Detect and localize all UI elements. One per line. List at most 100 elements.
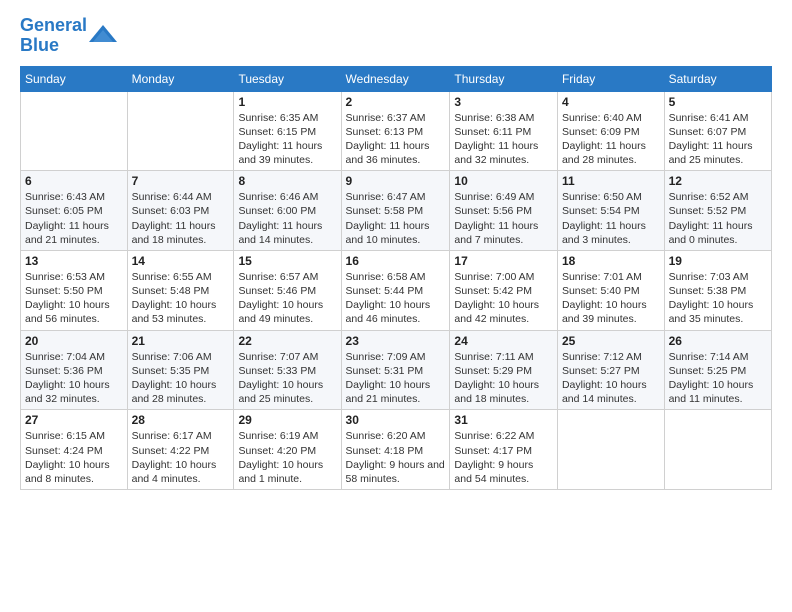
calendar-cell: 26 Sunrise: 7:14 AM Sunset: 5:25 PM Dayli… <box>664 330 771 410</box>
day-info: Sunrise: 6:55 AM Sunset: 5:48 PM Dayligh… <box>132 270 230 327</box>
day-number: 30 <box>346 413 446 427</box>
calendar-cell: 15 Sunrise: 6:57 AM Sunset: 5:46 PM Dayli… <box>234 250 341 330</box>
calendar-cell: 31 Sunrise: 6:22 AM Sunset: 4:17 PM Dayli… <box>450 410 558 490</box>
day-info: Sunrise: 7:11 AM Sunset: 5:29 PM Dayligh… <box>454 350 553 407</box>
calendar-cell: 23 Sunrise: 7:09 AM Sunset: 5:31 PM Dayli… <box>341 330 450 410</box>
day-info: Sunrise: 6:37 AM Sunset: 6:13 PM Dayligh… <box>346 111 446 168</box>
calendar-cell <box>557 410 664 490</box>
day-info: Sunrise: 6:49 AM Sunset: 5:56 PM Dayligh… <box>454 190 553 247</box>
calendar-page: General Blue SundayMondayTuesdayWednesda… <box>0 0 792 612</box>
day-number: 23 <box>346 334 446 348</box>
calendar-cell: 4 Sunrise: 6:40 AM Sunset: 6:09 PM Daylig… <box>557 91 664 171</box>
day-number: 4 <box>562 95 660 109</box>
calendar-cell <box>127 91 234 171</box>
day-number: 21 <box>132 334 230 348</box>
day-number: 9 <box>346 174 446 188</box>
weekday-header: Friday <box>557 66 664 91</box>
day-info: Sunrise: 6:58 AM Sunset: 5:44 PM Dayligh… <box>346 270 446 327</box>
weekday-header: Monday <box>127 66 234 91</box>
day-info: Sunrise: 7:07 AM Sunset: 5:33 PM Dayligh… <box>238 350 336 407</box>
day-number: 12 <box>669 174 767 188</box>
calendar-week-row: 27Sunrise: 6:15 AM Sunset: 4:24 PM Dayli… <box>21 410 772 490</box>
day-number: 26 <box>669 334 767 348</box>
day-number: 15 <box>238 254 336 268</box>
calendar-week-row: 1 Sunrise: 6:35 AM Sunset: 6:15 PM Daylig… <box>21 91 772 171</box>
calendar-cell: 8 Sunrise: 6:46 AM Sunset: 6:00 PM Daylig… <box>234 171 341 251</box>
day-number: 5 <box>669 95 767 109</box>
calendar-cell: 14 Sunrise: 6:55 AM Sunset: 5:48 PM Dayli… <box>127 250 234 330</box>
day-number: 8 <box>238 174 336 188</box>
calendar-cell: 9 Sunrise: 6:47 AM Sunset: 5:58 PM Daylig… <box>341 171 450 251</box>
logo-text: General Blue <box>20 16 87 56</box>
day-number: 20 <box>25 334 123 348</box>
calendar-table: SundayMondayTuesdayWednesdayThursdayFrid… <box>20 66 772 490</box>
calendar-cell: 6 Sunrise: 6:43 AM Sunset: 6:05 PM Daylig… <box>21 171 128 251</box>
day-number: 22 <box>238 334 336 348</box>
day-number: 29 <box>238 413 336 427</box>
calendar-cell: 5Sunrise: 6:41 AM Sunset: 6:07 PM Daylig… <box>664 91 771 171</box>
day-number: 10 <box>454 174 553 188</box>
day-number: 16 <box>346 254 446 268</box>
day-info: Sunrise: 7:06 AM Sunset: 5:35 PM Dayligh… <box>132 350 230 407</box>
weekday-header: Sunday <box>21 66 128 91</box>
day-number: 19 <box>669 254 767 268</box>
weekday-header: Saturday <box>664 66 771 91</box>
day-info: Sunrise: 7:09 AM Sunset: 5:31 PM Dayligh… <box>346 350 446 407</box>
calendar-week-row: 13 Sunrise: 6:53 AM Sunset: 5:50 PM Dayli… <box>21 250 772 330</box>
calendar-cell: 19 Sunrise: 7:03 AM Sunset: 5:38 PM Dayli… <box>664 250 771 330</box>
day-info: Sunrise: 6:19 AM Sunset: 4:20 PM Dayligh… <box>238 429 336 486</box>
day-info: Sunrise: 7:14 AM Sunset: 5:25 PM Dayligh… <box>669 350 767 407</box>
day-info: Sunrise: 6:50 AM Sunset: 5:54 PM Dayligh… <box>562 190 660 247</box>
weekday-header: Wednesday <box>341 66 450 91</box>
day-info: Sunrise: 6:46 AM Sunset: 6:00 PM Dayligh… <box>238 190 336 247</box>
calendar-cell: 12 Sunrise: 6:52 AM Sunset: 5:52 PM Dayli… <box>664 171 771 251</box>
day-number: 18 <box>562 254 660 268</box>
day-number: 3 <box>454 95 553 109</box>
day-info: Sunrise: 6:38 AM Sunset: 6:11 PM Dayligh… <box>454 111 553 168</box>
calendar-cell: 3 Sunrise: 6:38 AM Sunset: 6:11 PM Daylig… <box>450 91 558 171</box>
calendar-cell: 30 Sunrise: 6:20 AM Sunset: 4:18 PM Dayli… <box>341 410 450 490</box>
day-number: 1 <box>238 95 336 109</box>
calendar-cell: 11Sunrise: 6:50 AM Sunset: 5:54 PM Dayli… <box>557 171 664 251</box>
day-info: Sunrise: 6:15 AM Sunset: 4:24 PM Dayligh… <box>25 429 123 486</box>
calendar-cell: 22 Sunrise: 7:07 AM Sunset: 5:33 PM Dayli… <box>234 330 341 410</box>
day-number: 13 <box>25 254 123 268</box>
calendar-cell: 17Sunrise: 7:00 AM Sunset: 5:42 PM Dayli… <box>450 250 558 330</box>
day-info: Sunrise: 6:52 AM Sunset: 5:52 PM Dayligh… <box>669 190 767 247</box>
day-info: Sunrise: 7:03 AM Sunset: 5:38 PM Dayligh… <box>669 270 767 327</box>
calendar-cell: 1 Sunrise: 6:35 AM Sunset: 6:15 PM Daylig… <box>234 91 341 171</box>
day-info: Sunrise: 6:35 AM Sunset: 6:15 PM Dayligh… <box>238 111 336 168</box>
day-info: Sunrise: 7:01 AM Sunset: 5:40 PM Dayligh… <box>562 270 660 327</box>
day-info: Sunrise: 6:43 AM Sunset: 6:05 PM Dayligh… <box>25 190 123 247</box>
day-number: 14 <box>132 254 230 268</box>
day-info: Sunrise: 6:20 AM Sunset: 4:18 PM Dayligh… <box>346 429 446 486</box>
logo-icon <box>89 22 117 50</box>
day-number: 6 <box>25 174 123 188</box>
calendar-cell: 10 Sunrise: 6:49 AM Sunset: 5:56 PM Dayli… <box>450 171 558 251</box>
day-info: Sunrise: 6:22 AM Sunset: 4:17 PM Dayligh… <box>454 429 553 486</box>
calendar-cell: 13 Sunrise: 6:53 AM Sunset: 5:50 PM Dayli… <box>21 250 128 330</box>
weekday-header: Thursday <box>450 66 558 91</box>
day-number: 31 <box>454 413 553 427</box>
calendar-header-row: SundayMondayTuesdayWednesdayThursdayFrid… <box>21 66 772 91</box>
calendar-cell: 7 Sunrise: 6:44 AM Sunset: 6:03 PM Daylig… <box>127 171 234 251</box>
calendar-cell <box>664 410 771 490</box>
weekday-header: Tuesday <box>234 66 341 91</box>
calendar-cell: 28Sunrise: 6:17 AM Sunset: 4:22 PM Dayli… <box>127 410 234 490</box>
calendar-week-row: 6 Sunrise: 6:43 AM Sunset: 6:05 PM Daylig… <box>21 171 772 251</box>
calendar-cell: 21 Sunrise: 7:06 AM Sunset: 5:35 PM Dayli… <box>127 330 234 410</box>
day-info: Sunrise: 6:44 AM Sunset: 6:03 PM Dayligh… <box>132 190 230 247</box>
logo: General Blue <box>20 16 117 56</box>
day-info: Sunrise: 6:53 AM Sunset: 5:50 PM Dayligh… <box>25 270 123 327</box>
calendar-cell: 25 Sunrise: 7:12 AM Sunset: 5:27 PM Dayli… <box>557 330 664 410</box>
day-info: Sunrise: 7:12 AM Sunset: 5:27 PM Dayligh… <box>562 350 660 407</box>
day-info: Sunrise: 6:57 AM Sunset: 5:46 PM Dayligh… <box>238 270 336 327</box>
calendar-cell: 20 Sunrise: 7:04 AM Sunset: 5:36 PM Dayli… <box>21 330 128 410</box>
day-info: Sunrise: 7:04 AM Sunset: 5:36 PM Dayligh… <box>25 350 123 407</box>
day-info: Sunrise: 6:40 AM Sunset: 6:09 PM Dayligh… <box>562 111 660 168</box>
day-info: Sunrise: 6:47 AM Sunset: 5:58 PM Dayligh… <box>346 190 446 247</box>
day-number: 7 <box>132 174 230 188</box>
calendar-week-row: 20 Sunrise: 7:04 AM Sunset: 5:36 PM Dayli… <box>21 330 772 410</box>
calendar-cell: 16 Sunrise: 6:58 AM Sunset: 5:44 PM Dayli… <box>341 250 450 330</box>
day-number: 25 <box>562 334 660 348</box>
